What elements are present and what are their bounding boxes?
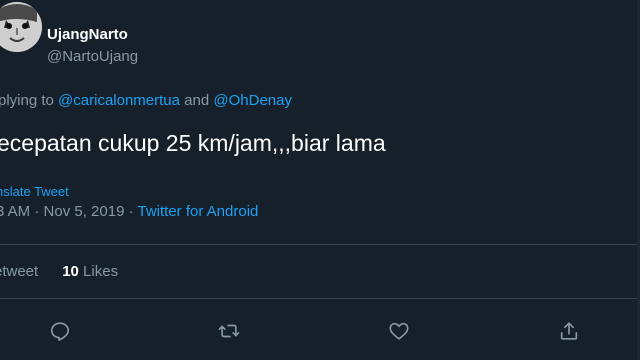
reply-button[interactable] bbox=[45, 316, 75, 346]
like-button[interactable] bbox=[384, 316, 414, 346]
retweet-button[interactable] bbox=[214, 316, 244, 346]
reply-icon bbox=[50, 322, 70, 341]
meta-separator: · bbox=[124, 203, 138, 220]
meta-separator: · bbox=[30, 203, 44, 220]
share-icon bbox=[560, 322, 578, 340]
display-name[interactable]: UjangNarto bbox=[47, 26, 128, 44]
mention-link[interactable]: @caricalonmertua bbox=[58, 92, 180, 109]
like-icon bbox=[389, 322, 409, 340]
action-bar bbox=[0, 308, 640, 354]
divider bbox=[0, 244, 640, 245]
likes-stat[interactable]: 10 Likes bbox=[62, 263, 118, 280]
avatar[interactable] bbox=[0, 2, 42, 52]
translate-tweet-link[interactable]: nslate Tweet bbox=[0, 184, 69, 200]
replying-to-line: plying to @caricalonmertua and @OhDenay bbox=[0, 91, 292, 111]
tweet-metadata: 3 AM · Nov 5, 2019 · Twitter for Android bbox=[0, 202, 258, 222]
mention-link[interactable]: @OhDenay bbox=[213, 92, 292, 109]
share-button[interactable] bbox=[554, 316, 584, 346]
likes-count: 10 bbox=[62, 263, 79, 280]
user-handle[interactable]: @NartoUjang bbox=[47, 48, 138, 66]
tweet-stats: etweet 10 Likes bbox=[0, 262, 118, 282]
retweets-stat[interactable]: etweet bbox=[0, 263, 38, 280]
tweet-date[interactable]: Nov 5, 2019 bbox=[44, 203, 125, 220]
tweet-time[interactable]: 3 AM bbox=[0, 203, 30, 220]
replying-joiner: and bbox=[180, 92, 214, 109]
tweet-text: ecepatan cukup 25 km/jam,,,biar lama bbox=[0, 130, 386, 156]
divider bbox=[0, 298, 640, 299]
avatar-image bbox=[0, 2, 42, 52]
likes-label: Likes bbox=[78, 263, 119, 280]
tweet-detail: UjangNarto @NartoUjang plying to @carica… bbox=[0, 0, 640, 360]
tweet-source-link[interactable]: Twitter for Android bbox=[137, 203, 258, 220]
replying-to-label: plying to bbox=[0, 92, 59, 109]
retweet-icon bbox=[218, 324, 240, 338]
